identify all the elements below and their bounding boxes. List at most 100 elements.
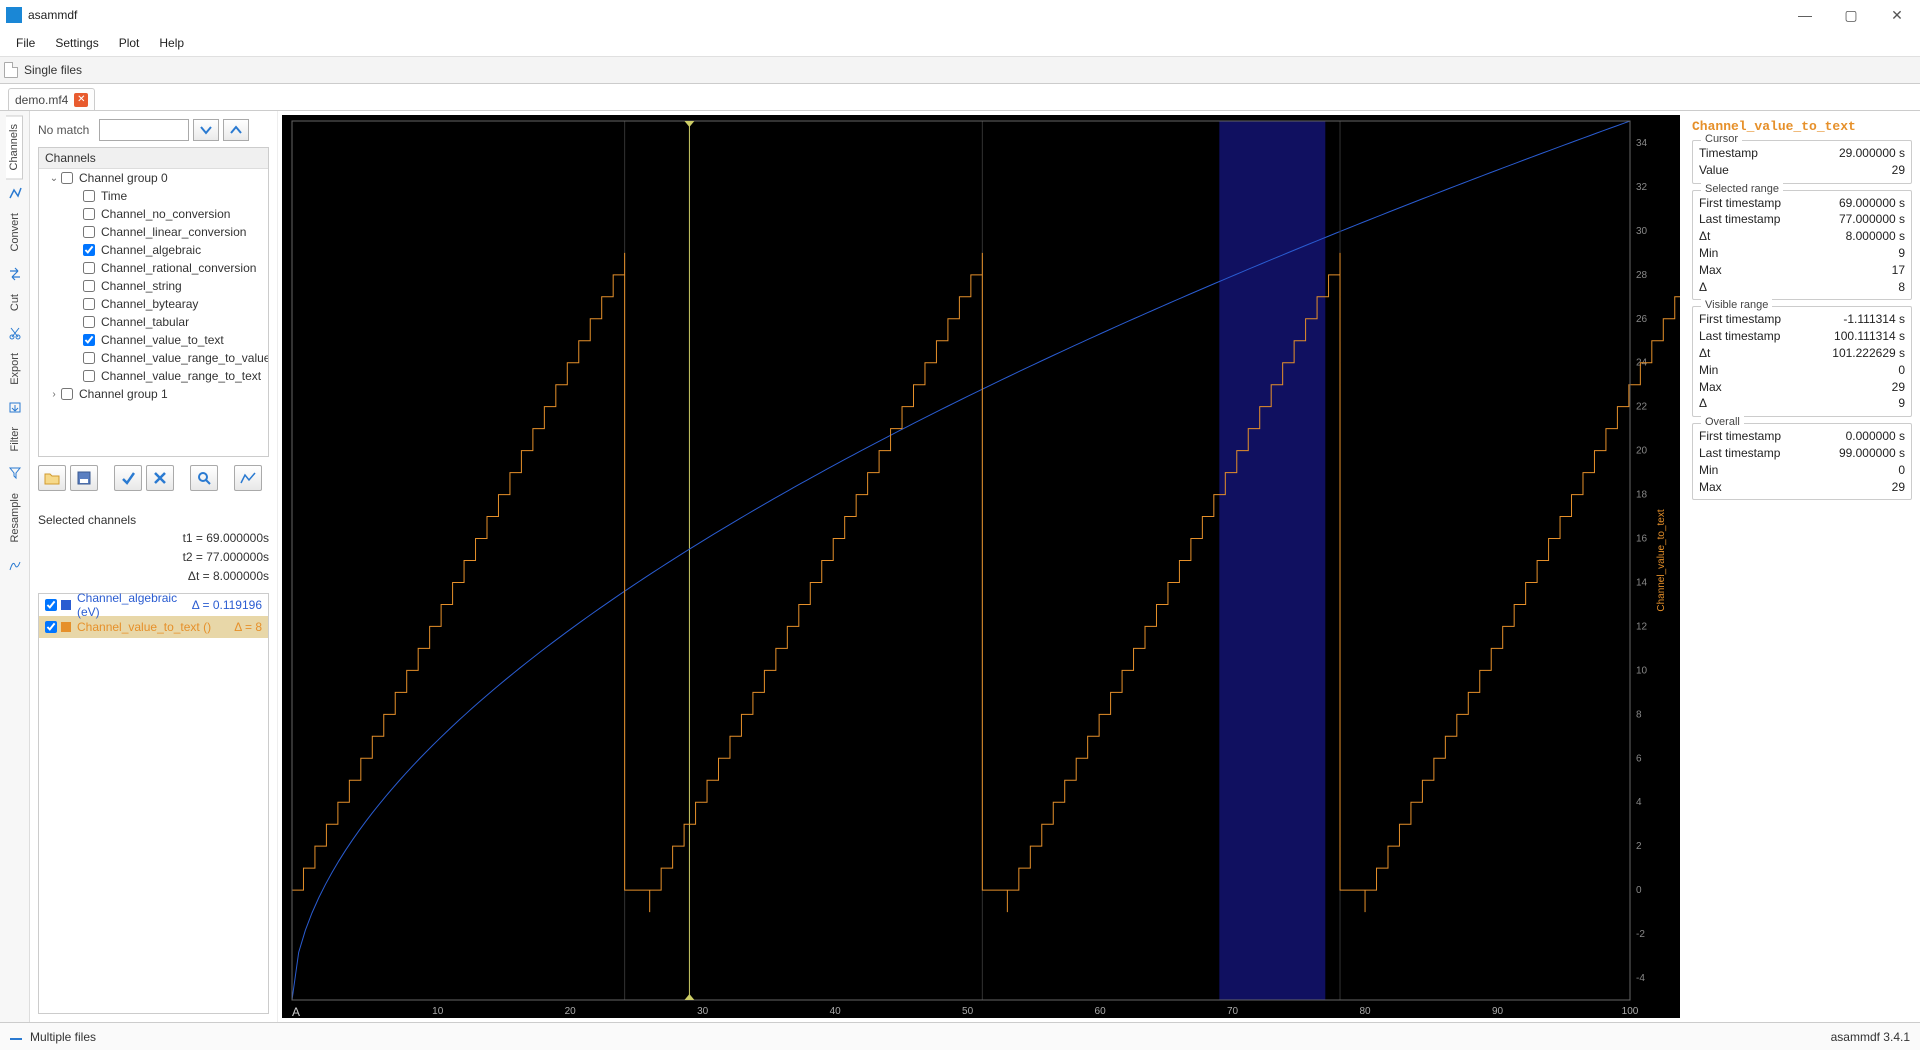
sel-delta: Δ = 8	[234, 620, 262, 634]
plot-canvas[interactable]: -4-2024681012141618202224262830323410203…	[282, 115, 1680, 1018]
group1-checkbox[interactable]	[61, 388, 73, 400]
side-tab-filter[interactable]: Filter	[7, 419, 23, 459]
expand-icon[interactable]: ›	[49, 389, 59, 400]
tree-item-bytearray[interactable]: Channel_bytearay	[39, 295, 268, 313]
cb[interactable]	[83, 244, 95, 256]
main-area: Channels Convert Cut Export Filter Resam…	[0, 110, 1920, 1022]
uncheck-all-button[interactable]	[146, 465, 174, 491]
svg-text:20: 20	[565, 1006, 577, 1017]
version-label: asammdf 3.4.1	[1831, 1030, 1910, 1044]
lbl: Channel_algebraic	[101, 243, 201, 257]
tree-item-linear-conversion[interactable]: Channel_linear_conversion	[39, 223, 268, 241]
side-tab-export[interactable]: Export	[7, 345, 23, 393]
tree-group-1[interactable]: › Channel group 1	[39, 385, 268, 403]
cb[interactable]	[83, 280, 95, 292]
side-tab-cut[interactable]: Cut	[7, 286, 23, 319]
sel-cb[interactable]	[45, 621, 57, 633]
expand-icon[interactable]: ⌄	[49, 173, 59, 184]
k: Last timestamp	[1699, 445, 1780, 462]
search-input[interactable]	[99, 119, 189, 141]
search-prev-button[interactable]	[223, 119, 249, 141]
group0-label: Channel group 0	[79, 171, 168, 185]
cursor-title: Cursor	[1701, 133, 1742, 145]
k: Max	[1699, 379, 1722, 396]
tree-item-value-to-text[interactable]: Channel_value_to_text	[39, 331, 268, 349]
svg-text:12: 12	[1636, 621, 1648, 632]
selected-channels-label: Selected channels	[38, 513, 183, 527]
cb[interactable]	[83, 226, 95, 238]
save-button[interactable]	[70, 465, 98, 491]
search-next-button[interactable]	[193, 119, 219, 141]
group0-checkbox[interactable]	[61, 172, 73, 184]
cb[interactable]	[83, 352, 95, 364]
cb[interactable]	[83, 370, 95, 382]
channels-panel: No match Channels ⌄ Channel group 0 Time…	[30, 111, 278, 1022]
v: 101.222629 s	[1832, 345, 1905, 362]
menu-help[interactable]: Help	[149, 32, 194, 54]
tree-header: Channels	[39, 148, 268, 169]
time-info: t1 = 69.000000s t2 = 77.000000s Δt = 8.0…	[183, 529, 269, 587]
file-icon	[4, 62, 18, 78]
svg-text:-2: -2	[1636, 929, 1645, 940]
tree-item-time[interactable]: Time	[39, 187, 268, 205]
file-tabbar: demo.mf4 ✕	[0, 84, 1920, 110]
k: Δ	[1699, 279, 1707, 296]
plot-button[interactable]	[234, 465, 262, 491]
check-all-button[interactable]	[114, 465, 142, 491]
cb[interactable]	[83, 334, 95, 346]
no-match-label: No match	[38, 123, 89, 137]
svg-text:2: 2	[1636, 841, 1642, 852]
tree-item-value-range-value[interactable]: Channel_value_range_to_value	[39, 349, 268, 367]
status-left[interactable]: Multiple files	[10, 1030, 96, 1044]
cb[interactable]	[83, 190, 95, 202]
v: 100.111314 s	[1834, 328, 1905, 345]
menubar: File Settings Plot Help	[0, 30, 1920, 56]
svg-text:22: 22	[1636, 402, 1648, 413]
cb[interactable]	[83, 262, 95, 274]
close-button[interactable]: ✕	[1874, 0, 1920, 30]
side-tab-channels[interactable]: Channels	[6, 115, 23, 179]
k: Δt	[1699, 228, 1710, 245]
cb[interactable]	[83, 208, 95, 220]
search-button[interactable]	[190, 465, 218, 491]
sel-cb[interactable]	[45, 599, 57, 611]
side-tab-convert[interactable]: Convert	[7, 205, 23, 260]
k: Δ	[1699, 395, 1707, 412]
tree-item-rational[interactable]: Channel_rational_conversion	[39, 259, 268, 277]
tree-item-string[interactable]: Channel_string	[39, 277, 268, 295]
tree-group-0[interactable]: ⌄ Channel group 0	[39, 169, 268, 187]
tree-item-algebraic[interactable]: Channel_algebraic	[39, 241, 268, 259]
menu-plot[interactable]: Plot	[109, 32, 150, 54]
menu-settings[interactable]: Settings	[45, 32, 108, 54]
sel-row-algebraic[interactable]: Channel_algebraic (eV) Δ = 0.119196	[39, 594, 268, 616]
single-files-label[interactable]: Single files	[24, 63, 82, 77]
svg-text:90: 90	[1492, 1006, 1504, 1017]
dt-value: Δt = 8.000000s	[183, 567, 269, 586]
svg-text:16: 16	[1636, 534, 1648, 545]
close-tab-icon[interactable]: ✕	[74, 93, 88, 107]
open-button[interactable]	[38, 465, 66, 491]
svg-text:14: 14	[1636, 577, 1648, 588]
cut-icon	[7, 325, 23, 341]
side-tab-resample[interactable]: Resample	[7, 485, 23, 551]
tree-item-no-conversion[interactable]: Channel_no_conversion	[39, 205, 268, 223]
file-tab-demo[interactable]: demo.mf4 ✕	[8, 88, 95, 110]
cb[interactable]	[83, 298, 95, 310]
svg-text:20: 20	[1636, 446, 1648, 457]
tree-item-tabular[interactable]: Channel_tabular	[39, 313, 268, 331]
resample-icon	[7, 557, 23, 573]
plot-area[interactable]: -4-2024681012141618202224262830323410203…	[278, 111, 1684, 1022]
maximize-button[interactable]: ▢	[1828, 0, 1874, 30]
selected-channels-list[interactable]: Channel_algebraic (eV) Δ = 0.119196 Chan…	[38, 593, 269, 1014]
svg-text:30: 30	[1636, 226, 1648, 237]
lbl: Channel_linear_conversion	[101, 225, 246, 239]
cb[interactable]	[83, 316, 95, 328]
sel-row-value-to-text[interactable]: Channel_value_to_text () Δ = 8	[39, 616, 268, 638]
v: 69.000000 s	[1839, 195, 1905, 212]
channel-tree[interactable]: Channels ⌄ Channel group 0 Time Channel_…	[38, 147, 269, 457]
tree-buttons	[38, 465, 269, 491]
menu-file[interactable]: File	[6, 32, 45, 54]
minimize-button[interactable]: —	[1782, 0, 1828, 30]
color-swatch-blue	[61, 600, 71, 610]
tree-item-value-range-text[interactable]: Channel_value_range_to_text	[39, 367, 268, 385]
